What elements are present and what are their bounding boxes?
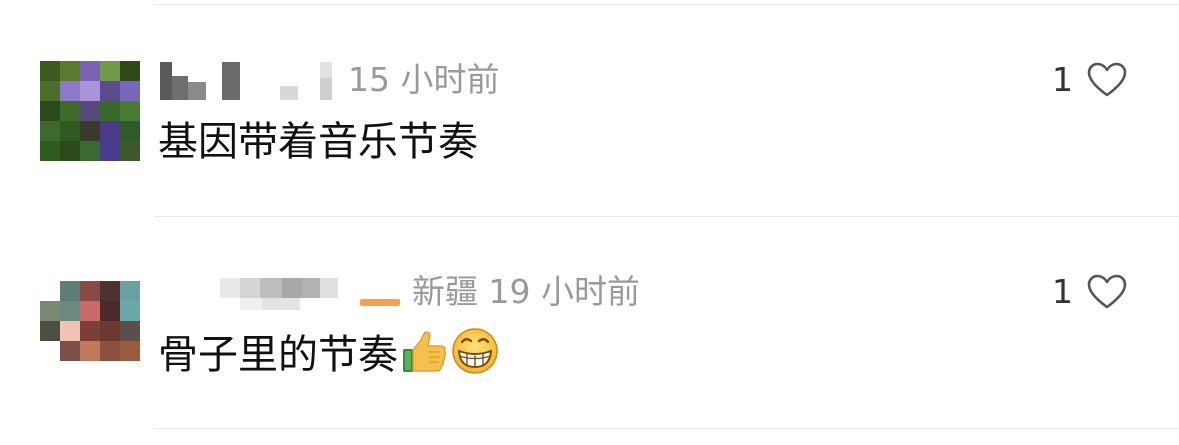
avatar-pixel [60,361,80,381]
avatar-pixel [40,121,60,141]
avatar-pixel [80,101,100,121]
avatar-pixel [40,301,60,321]
avatar-pixel [60,121,80,141]
avatar-pixel [100,361,120,381]
avatar-pixel [60,301,80,321]
username-redacted[interactable] [160,60,345,100]
comment-divider [155,4,1179,5]
avatar-pixel [120,281,140,301]
comment-time: 15 小时前 [348,60,500,99]
comment-text[interactable]: 基因带着音乐节奏 [158,116,478,168]
avatar-pixel [100,121,120,141]
avatar-pixel [80,141,100,161]
avatar-pixel [100,281,120,301]
like-count: 1 [1052,60,1073,99]
avatar-pixel [100,101,120,121]
heart-icon[interactable] [1087,274,1127,310]
avatar-pixel [120,121,140,141]
like-count: 1 [1052,272,1073,311]
avatar-pixel [40,361,60,381]
comment-time: 19 小时前 [488,272,640,311]
avatar-pixel [100,301,120,321]
avatar-pixel [120,101,140,121]
avatar-pixel [120,341,140,361]
avatar-pixel [100,141,120,161]
avatar-pixel [100,321,120,341]
comment-divider [155,428,1179,429]
avatar-pixel [60,61,80,81]
avatar-pixel [80,301,100,321]
avatar-pixel [60,341,80,361]
thumbs-up-emoji-icon [403,331,447,372]
comment-divider [155,216,1179,217]
avatar-pixel [120,61,140,81]
avatar-pixel [80,361,100,381]
avatar-pixel [100,81,120,101]
avatar-pixel [120,301,140,321]
avatar[interactable] [40,61,140,161]
avatar-pixel [100,341,120,361]
avatar-pixel [40,81,60,101]
avatar-pixel [120,141,140,161]
comment-text-value: 基因带着音乐节奏 [158,119,478,165]
avatar-pixel [40,341,60,361]
avatar-pixel [60,281,80,301]
avatar-pixel [80,121,100,141]
avatar-pixel [100,61,120,81]
avatar-pixel [80,61,100,81]
avatar[interactable] [40,281,140,381]
avatar-pixel [120,361,140,381]
comment-meta: 15 小时前 [348,60,499,100]
avatar-pixel [40,321,60,341]
avatar-pixel [120,321,140,341]
comment-text-value: 骨子里的节奏 [158,332,398,378]
grinning-face-emoji-icon [452,328,498,374]
avatar-pixel [60,101,80,121]
avatar-pixel [40,281,60,301]
comment-meta: 新疆 19 小时前 [412,272,640,312]
avatar-pixel [80,341,100,361]
avatar-pixel [60,141,80,161]
avatar-pixel [80,81,100,101]
avatar-pixel [40,61,60,81]
avatar-pixel [80,281,100,301]
avatar-pixel [80,321,100,341]
avatar-pixel [40,141,60,161]
username-redacted[interactable] [200,272,405,312]
avatar-pixel [60,81,80,101]
comment-text[interactable]: 骨子里的节奏 [158,326,500,381]
heart-icon[interactable] [1087,62,1127,98]
avatar-pixel [60,321,80,341]
avatar-pixel [40,101,60,121]
avatar-pixel [120,81,140,101]
comment-location: 新疆 [412,272,478,311]
